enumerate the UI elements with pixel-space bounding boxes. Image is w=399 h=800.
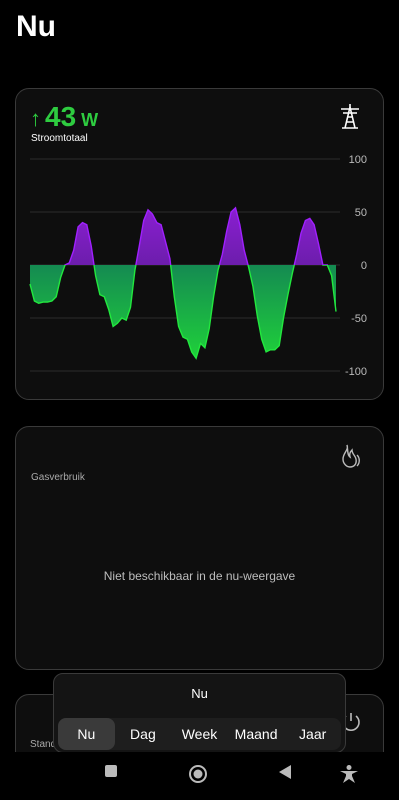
page-title: Nu [16, 10, 56, 43]
y-tick-label: -50 [351, 313, 367, 325]
period-option-jaar[interactable]: Jaar [284, 718, 341, 750]
gas-card[interactable]: Gasverbruik Niet beschikbaar in de nu-we… [15, 426, 384, 670]
y-tick-label: 0 [361, 260, 367, 272]
home-circle-icon[interactable] [188, 764, 208, 784]
not-available-message: Niet beschikbaar in de nu-weergave [103, 569, 296, 583]
system-navbar [0, 752, 399, 800]
back-triangle-icon[interactable] [278, 764, 292, 780]
square-icon[interactable] [104, 764, 118, 778]
period-option-maand[interactable]: Maand [228, 718, 285, 750]
period-selector-popup: Nu Nu Dag Week Maand Jaar [53, 673, 346, 753]
y-tick-label: -100 [345, 366, 367, 378]
flame-icon [342, 444, 360, 468]
period-option-week[interactable]: Week [171, 718, 228, 750]
popup-title: Nu [191, 686, 208, 701]
period-option-dag[interactable]: Dag [115, 718, 172, 750]
power-card[interactable]: ↑ 43 W Stroomtotaal 100 50 0 -50 -100 [15, 88, 384, 400]
y-tick-label: 50 [355, 207, 367, 219]
power-chart: 100 50 0 -50 -100 [29, 154, 367, 378]
period-option-nu[interactable]: Nu [58, 718, 115, 750]
y-tick-label: 100 [349, 154, 367, 166]
gas-label: Gasverbruik [31, 472, 85, 483]
period-segmented-control: Nu Dag Week Maand Jaar [58, 718, 341, 750]
accessibility-icon[interactable] [339, 764, 359, 784]
